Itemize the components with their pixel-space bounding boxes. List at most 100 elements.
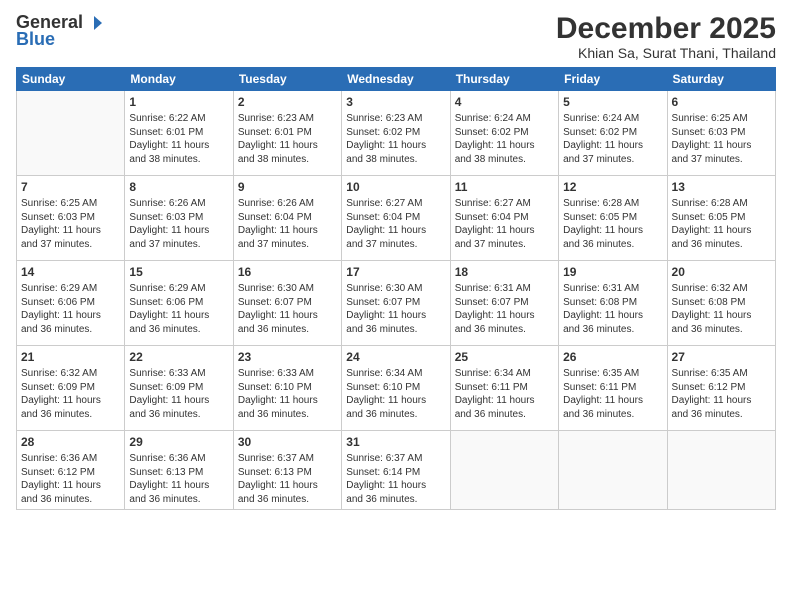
calendar-header-row: Sunday Monday Tuesday Wednesday Thursday…	[17, 68, 776, 91]
day-info: Sunrise: 6:36 AMSunset: 6:13 PMDaylight:…	[129, 453, 209, 505]
day-number: 4	[455, 94, 554, 110]
day-info: Sunrise: 6:32 AMSunset: 6:09 PMDaylight:…	[21, 368, 101, 420]
day-number: 25	[455, 349, 554, 365]
day-number: 12	[563, 179, 662, 195]
calendar-cell: 29Sunrise: 6:36 AMSunset: 6:13 PMDayligh…	[125, 431, 233, 510]
day-info: Sunrise: 6:35 AMSunset: 6:12 PMDaylight:…	[672, 368, 752, 420]
location-title: Khian Sa, Surat Thani, Thailand	[556, 45, 776, 61]
calendar-cell: 28 Sunrise: 6:36 AMSunset: 6:12 PMDayligh…	[17, 431, 125, 510]
day-number: 3	[346, 94, 445, 110]
header-thursday: Thursday	[450, 68, 558, 91]
day-info: Sunrise: 6:33 AMSunset: 6:09 PMDaylight:…	[129, 368, 209, 420]
day-number: 30	[238, 434, 337, 450]
calendar-cell: 2 Sunrise: 6:23 AMSunset: 6:01 PMDaylight…	[233, 91, 341, 176]
day-number: 18	[455, 264, 554, 280]
day-number: 20	[672, 264, 771, 280]
title-block: December 2025 Khian Sa, Surat Thani, Tha…	[556, 12, 776, 61]
day-info: Sunrise: 6:31 AMSunset: 6:08 PMDaylight:…	[563, 283, 643, 335]
calendar-cell: 15 Sunrise: 6:29 AMSunset: 6:06 PMDayligh…	[125, 261, 233, 346]
day-number: 7	[21, 179, 120, 195]
calendar-cell: 1 Sunrise: 6:22 AMSunset: 6:01 PMDaylight…	[125, 91, 233, 176]
day-number: 14	[21, 264, 120, 280]
header: General Blue December 2025 Khian Sa, Sur…	[16, 12, 776, 61]
logo-flag-icon	[85, 14, 103, 32]
logo-blue: Blue	[16, 29, 55, 50]
day-number: 5	[563, 94, 662, 110]
calendar-cell: 27 Sunrise: 6:35 AMSunset: 6:12 PMDayligh…	[667, 346, 775, 431]
calendar-cell	[450, 431, 558, 510]
calendar-cell: 4 Sunrise: 6:24 AMSunset: 6:02 PMDaylight…	[450, 91, 558, 176]
day-info: Sunrise: 6:37 AMSunset: 6:14 PMDaylight:…	[346, 453, 426, 505]
day-number: 23	[238, 349, 337, 365]
day-number: 15	[129, 264, 228, 280]
calendar-cell: 16 Sunrise: 6:30 AMSunset: 6:07 PMDayligh…	[233, 261, 341, 346]
day-number: 6	[672, 94, 771, 110]
calendar-cell: 14 Sunrise: 6:29 AMSunset: 6:06 PMDayligh…	[17, 261, 125, 346]
month-title: December 2025	[556, 12, 776, 45]
page: General Blue December 2025 Khian Sa, Sur…	[0, 0, 792, 612]
day-number: 19	[563, 264, 662, 280]
day-info: Sunrise: 6:25 AMSunset: 6:03 PMDaylight:…	[672, 113, 752, 165]
day-info: Sunrise: 6:22 AMSunset: 6:01 PMDaylight:…	[129, 113, 209, 165]
day-info: Sunrise: 6:25 AMSunset: 6:03 PMDaylight:…	[21, 198, 101, 250]
day-number: 22	[129, 349, 228, 365]
calendar-cell	[667, 431, 775, 510]
calendar-cell	[17, 91, 125, 176]
day-number: 27	[672, 349, 771, 365]
calendar-cell: 12 Sunrise: 6:28 AMSunset: 6:05 PMDayligh…	[559, 176, 667, 261]
calendar-cell: 10Sunrise: 6:27 AMSunset: 6:04 PMDayligh…	[342, 176, 450, 261]
header-friday: Friday	[559, 68, 667, 91]
day-number: 28	[21, 434, 120, 450]
calendar-cell	[559, 431, 667, 510]
day-info: Sunrise: 6:27 AMSunset: 6:04 PMDaylight:…	[346, 198, 426, 250]
calendar-cell: 11 Sunrise: 6:27 AMSunset: 6:04 PMDayligh…	[450, 176, 558, 261]
header-wednesday: Wednesday	[342, 68, 450, 91]
day-number: 16	[238, 264, 337, 280]
day-info: Sunrise: 6:24 AMSunset: 6:02 PMDaylight:…	[455, 113, 535, 165]
calendar-cell: 26Sunrise: 6:35 AMSunset: 6:11 PMDayligh…	[559, 346, 667, 431]
header-saturday: Saturday	[667, 68, 775, 91]
day-info: Sunrise: 6:24 AMSunset: 6:02 PMDaylight:…	[563, 113, 643, 165]
day-number: 11	[455, 179, 554, 195]
header-tuesday: Tuesday	[233, 68, 341, 91]
calendar-cell: 25 Sunrise: 6:34 AMSunset: 6:11 PMDayligh…	[450, 346, 558, 431]
day-info: Sunrise: 6:27 AMSunset: 6:04 PMDaylight:…	[455, 198, 535, 250]
day-number: 17	[346, 264, 445, 280]
day-number: 26	[563, 349, 662, 365]
calendar-cell: 23 Sunrise: 6:33 AMSunset: 6:10 PMDayligh…	[233, 346, 341, 431]
calendar-cell: 20 Sunrise: 6:32 AMSunset: 6:08 PMDayligh…	[667, 261, 775, 346]
header-sunday: Sunday	[17, 68, 125, 91]
calendar-cell: 17 Sunrise: 6:30 AMSunset: 6:07 PMDayligh…	[342, 261, 450, 346]
day-info: Sunrise: 6:34 AMSunset: 6:11 PMDaylight:…	[455, 368, 535, 420]
calendar-cell: 13Sunrise: 6:28 AMSunset: 6:05 PMDayligh…	[667, 176, 775, 261]
day-info: Sunrise: 6:28 AMSunset: 6:05 PMDaylight:…	[563, 198, 643, 250]
calendar-cell: 5 Sunrise: 6:24 AMSunset: 6:02 PMDaylight…	[559, 91, 667, 176]
calendar-cell: 30 Sunrise: 6:37 AMSunset: 6:13 PMDayligh…	[233, 431, 341, 510]
day-info: Sunrise: 6:30 AMSunset: 6:07 PMDaylight:…	[238, 283, 318, 335]
day-number: 8	[129, 179, 228, 195]
day-number: 2	[238, 94, 337, 110]
calendar-cell: 7 Sunrise: 6:25 AMSunset: 6:03 PMDaylight…	[17, 176, 125, 261]
day-number: 13	[672, 179, 771, 195]
calendar-cell: 19 Sunrise: 6:31 AMSunset: 6:08 PMDayligh…	[559, 261, 667, 346]
logo: General Blue	[16, 12, 103, 50]
calendar-cell: 9 Sunrise: 6:26 AMSunset: 6:04 PMDaylight…	[233, 176, 341, 261]
day-info: Sunrise: 6:29 AMSunset: 6:06 PMDaylight:…	[129, 283, 209, 335]
day-info: Sunrise: 6:37 AMSunset: 6:13 PMDaylight:…	[238, 453, 318, 505]
day-info: Sunrise: 6:30 AMSunset: 6:07 PMDaylight:…	[346, 283, 426, 335]
calendar-cell: 8 Sunrise: 6:26 AMSunset: 6:03 PMDaylight…	[125, 176, 233, 261]
day-info: Sunrise: 6:32 AMSunset: 6:08 PMDaylight:…	[672, 283, 752, 335]
calendar-cell: 31Sunrise: 6:37 AMSunset: 6:14 PMDayligh…	[342, 431, 450, 510]
day-number: 1	[129, 94, 228, 110]
day-info: Sunrise: 6:26 AMSunset: 6:03 PMDaylight:…	[129, 198, 209, 250]
day-number: 9	[238, 179, 337, 195]
day-info: Sunrise: 6:23 AMSunset: 6:02 PMDaylight:…	[346, 113, 426, 165]
calendar-cell: 22 Sunrise: 6:33 AMSunset: 6:09 PMDayligh…	[125, 346, 233, 431]
day-number: 24	[346, 349, 445, 365]
day-info: Sunrise: 6:23 AMSunset: 6:01 PMDaylight:…	[238, 113, 318, 165]
day-info: Sunrise: 6:29 AMSunset: 6:06 PMDaylight:…	[21, 283, 101, 335]
day-info: Sunrise: 6:36 AMSunset: 6:12 PMDaylight:…	[21, 453, 101, 505]
day-info: Sunrise: 6:26 AMSunset: 6:04 PMDaylight:…	[238, 198, 318, 250]
header-monday: Monday	[125, 68, 233, 91]
day-info: Sunrise: 6:33 AMSunset: 6:10 PMDaylight:…	[238, 368, 318, 420]
